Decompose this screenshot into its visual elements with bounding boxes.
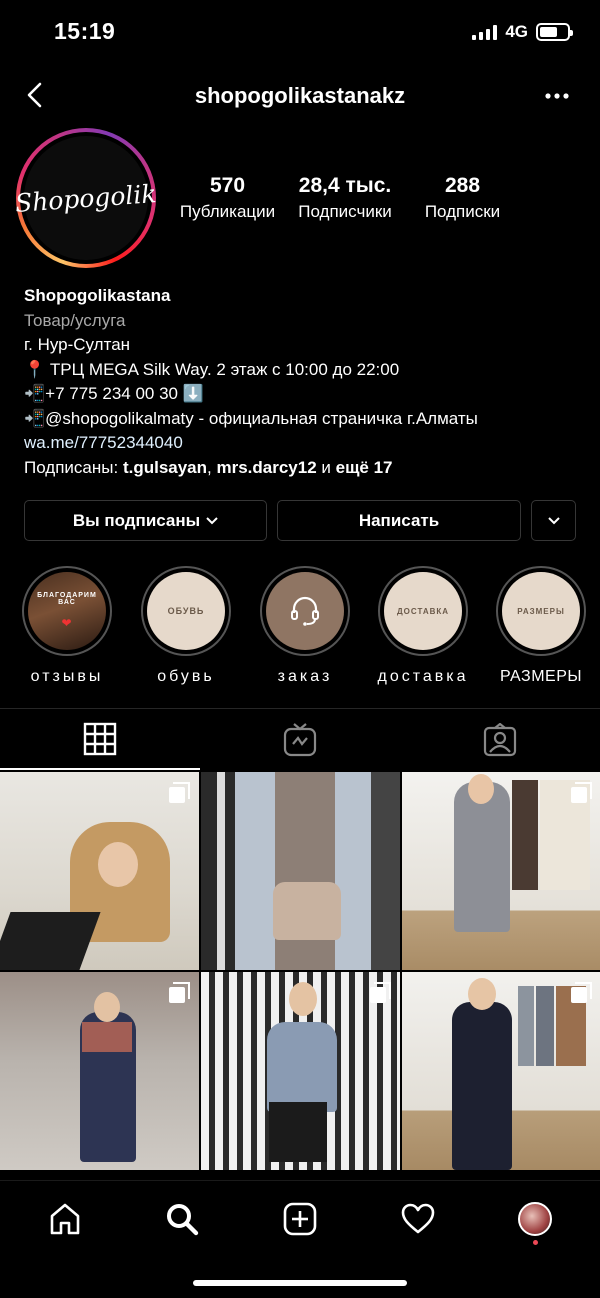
multi-post-icon: [169, 982, 190, 1003]
highlight-sizes[interactable]: РАЗМЕРЫ РАЗМЕРЫ: [482, 566, 600, 686]
chevron-down-icon: [206, 516, 218, 524]
tagged-user-icon: [483, 722, 517, 756]
stat-following[interactable]: 288 Подписки: [405, 174, 520, 222]
stat-followers-label: Подписчики: [298, 202, 392, 221]
profile-username: shopogolikastanakz: [194, 83, 406, 108]
story-highlights: БЛАГОДАРИМ ВАС ❤ отзывы ОБУВЬ обувь заказ…: [0, 566, 600, 686]
logo-text: Shopogolik: [14, 178, 158, 218]
highlight-label: РАЗМЕРЫ: [499, 668, 583, 685]
highlight-label: обувь: [157, 668, 215, 685]
heart-icon: [401, 1203, 434, 1234]
search-icon: [167, 1204, 199, 1236]
highlight-label: доставка: [377, 668, 469, 685]
message-button-label: Написать: [358, 510, 440, 530]
following-button[interactable]: Вы подписаны: [24, 500, 267, 541]
highlight-delivery[interactable]: ДОСТАВКА доставка: [364, 566, 482, 686]
home-indicator: [193, 1280, 407, 1286]
post-thumbnail[interactable]: [402, 972, 600, 1170]
highlight-cover-text: ДОСТАВКА: [396, 606, 450, 616]
followed-by-user: mrs.darcy12: [216, 457, 317, 477]
stat-followers-count: 28,4 тыс.: [298, 174, 392, 197]
highlight-cover-text: РАЗМЕРЫ: [517, 606, 565, 616]
profile-avatar-story-ring[interactable]: Shopogolik: [14, 128, 158, 268]
highlight-cover: [266, 572, 344, 650]
nav-search[interactable]: [152, 1197, 212, 1241]
post-thumbnail[interactable]: [402, 772, 600, 970]
profile-bio: Shopogolikastana Товар/услуга г. Нур-Сул…: [24, 284, 584, 480]
highlight-cover-text: БЛАГОДАРИМ ВАС: [37, 592, 97, 606]
followed-by-and: и: [316, 457, 336, 477]
tab-tagged[interactable]: [400, 709, 600, 770]
post-thumbnail[interactable]: [201, 772, 400, 970]
bio-line-phone: 📲+7 775 234 00 30 ⬇️: [24, 384, 204, 403]
profile-actions: Вы подписаны Написать: [24, 500, 576, 541]
tab-posts-grid[interactable]: [0, 709, 200, 770]
multi-post-icon: [370, 982, 391, 1003]
stat-following-label: Подписки: [424, 202, 501, 221]
post-thumbnail[interactable]: [201, 972, 400, 1170]
highlight-label: отзывы: [30, 668, 104, 685]
suggested-accounts-button[interactable]: [531, 500, 576, 541]
status-bar: 15:19 4G: [0, 0, 600, 66]
highlight-cover: ОБУВЬ: [147, 572, 225, 650]
highlight-cover-text: ОБУВЬ: [167, 606, 205, 616]
bottom-navigation: [0, 1180, 600, 1298]
bio-line-address: 📍 ТРЦ MEGA Silk Way. 2 этаж с 10:00 до 2…: [24, 359, 400, 379]
bio-line-city: г. Нур-Султан: [24, 335, 131, 354]
highlight-cover: ДОСТАВКА: [384, 572, 462, 650]
status-time: 15:19: [54, 18, 116, 44]
post-thumbnail[interactable]: [0, 972, 199, 1170]
profile-header: shopogolikastanakz: [0, 70, 600, 122]
battery-icon: [536, 23, 573, 41]
followed-by-prefix: Подписаны:: [24, 457, 123, 477]
highlight-shoes[interactable]: ОБУВЬ обувь: [127, 566, 245, 686]
highlight-reviews[interactable]: БЛАГОДАРИМ ВАС ❤ отзывы: [8, 566, 126, 686]
bio-link[interactable]: wa.me/77752344040: [24, 431, 584, 456]
nav-create[interactable]: [270, 1197, 330, 1241]
igtv-icon: [283, 722, 317, 756]
followed-by-more: ещё 17: [335, 457, 393, 477]
more-options-icon[interactable]: [544, 86, 570, 106]
bio-line-almaty: 📲@shopogolikalmaty - официальная странич…: [24, 408, 478, 428]
highlight-cover: БЛАГОДАРИМ ВАС ❤: [28, 572, 106, 650]
followed-by[interactable]: Подписаны: t.gulsayan, mrs.darcy12 и ещё…: [24, 456, 584, 481]
notification-dot: [532, 1240, 538, 1245]
profile-category: Товар/услуга: [24, 310, 126, 330]
followed-by-user: t.gulsayan: [122, 457, 208, 477]
profile-name: Shopogolikastana: [24, 286, 171, 305]
status-indicators: 4G: [472, 22, 573, 42]
stat-following-count: 288: [444, 174, 481, 197]
profile-tabs: [0, 708, 600, 770]
multi-post-icon: [571, 782, 592, 803]
posts-grid: [0, 772, 600, 1170]
add-post-icon: [283, 1202, 317, 1236]
stat-followers[interactable]: 28,4 тыс. Подписчики: [288, 174, 403, 222]
stat-posts-label: Публикации: [179, 202, 276, 221]
profile-avatar: Shopogolik: [14, 136, 158, 260]
multi-post-icon: [571, 982, 592, 1003]
highlight-order[interactable]: заказ: [246, 566, 364, 686]
nav-home[interactable]: [35, 1197, 95, 1241]
tab-igtv[interactable]: [200, 709, 400, 770]
message-button[interactable]: Написать: [277, 500, 521, 541]
avatar: [518, 1202, 553, 1236]
post-thumbnail[interactable]: [0, 772, 199, 970]
home-icon: [50, 1203, 80, 1235]
stat-posts[interactable]: 570 Публикации: [170, 174, 285, 222]
following-button-label: Вы подписаны: [72, 510, 201, 530]
network-type: 4G: [505, 22, 528, 41]
stat-posts-count: 570: [209, 174, 246, 197]
highlight-cover: РАЗМЕРЫ: [502, 572, 580, 650]
nav-profile[interactable]: [505, 1197, 565, 1245]
grid-icon: [83, 722, 117, 755]
profile-stats: 570 Публикации 28,4 тыс. Подписчики 288 …: [170, 174, 520, 222]
battery-level: [540, 27, 557, 37]
multi-post-icon: [169, 782, 190, 803]
headset-icon: [291, 596, 319, 626]
signal-icon: [472, 24, 498, 40]
chevron-down-icon: [547, 516, 560, 524]
nav-activity[interactable]: [388, 1197, 448, 1241]
highlight-label: заказ: [277, 668, 333, 685]
